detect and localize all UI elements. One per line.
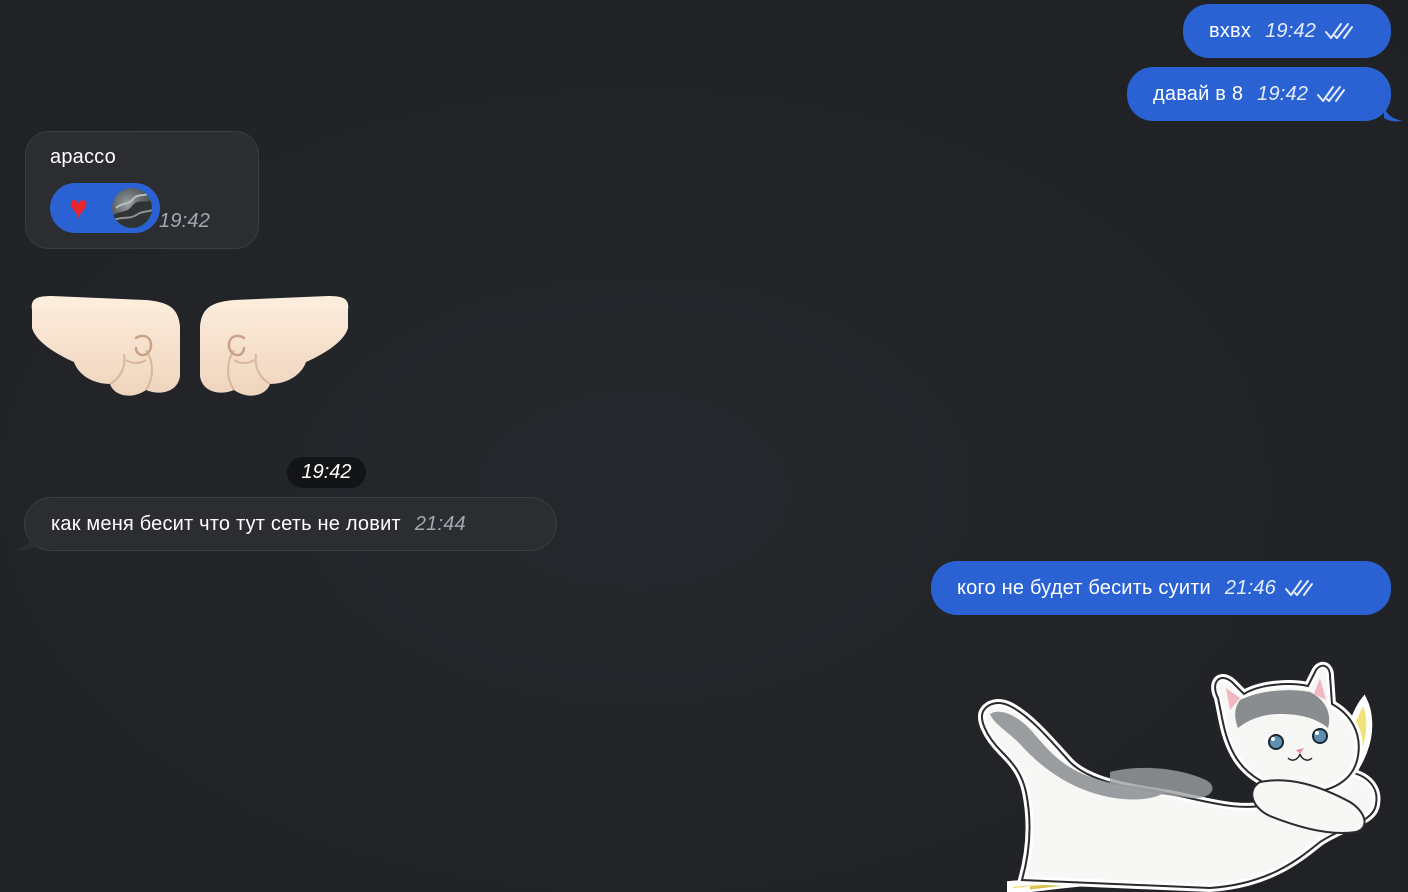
message-time: 19:42 — [1265, 19, 1317, 42]
left-fist-icon — [31, 296, 180, 396]
heart-icon: ♥ — [69, 189, 89, 225]
reaction-pill[interactable]: ♥ — [50, 183, 160, 233]
fist-bump-sticker[interactable] — [28, 292, 352, 404]
message-time: 19:42 — [159, 210, 211, 232]
chat-area: вхвх 19:42 давай в 8 19:42 арассо ♥ 19:4… — [0, 0, 1408, 892]
message-incoming[interactable]: как меня бесит что тут сеть не ловит 21:… — [24, 497, 557, 551]
message-time: 19:42 — [1257, 82, 1309, 105]
message-text: кого не будет бесить суити — [957, 576, 1211, 599]
bubble-tail — [1384, 106, 1403, 122]
cat-banana-sticker[interactable] — [970, 652, 1400, 892]
message-time: 21:46 — [1224, 576, 1276, 599]
message-text: арассо — [50, 146, 116, 168]
avatar-image — [112, 193, 152, 228]
message-text: давай в 8 — [1153, 82, 1244, 105]
message-time: 21:44 — [414, 512, 466, 535]
cat-icon — [978, 661, 1381, 892]
double-check-icon — [1317, 86, 1346, 102]
bubble-tail — [14, 534, 36, 551]
right-fist-icon — [200, 296, 349, 396]
message-outgoing[interactable]: кого не будет бесить суити 21:46 — [931, 561, 1391, 615]
double-check-icon — [1284, 580, 1313, 596]
sticker-time: 19:42 — [287, 457, 366, 488]
avatar — [112, 188, 152, 228]
double-check-icon — [1325, 23, 1354, 39]
message-outgoing[interactable]: вхвх 19:42 — [1183, 4, 1391, 58]
message-text: как меня бесит что тут сеть не ловит — [51, 512, 401, 535]
message-outgoing[interactable]: давай в 8 19:42 — [1127, 67, 1391, 121]
message-text: вхвх — [1209, 19, 1252, 42]
message-incoming[interactable]: арассо ♥ 19:42 — [25, 131, 259, 249]
